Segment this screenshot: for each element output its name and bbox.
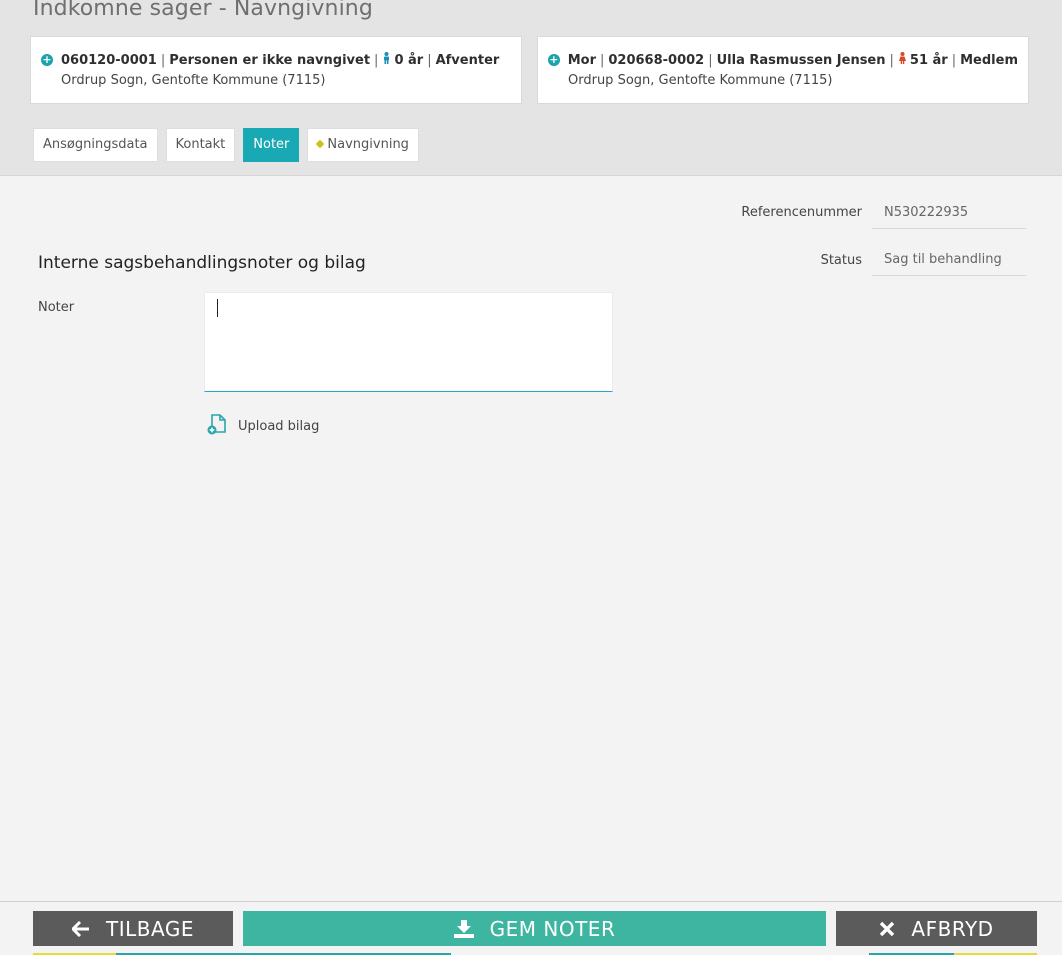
expand-plus-icon[interactable]: + <box>41 54 53 66</box>
mother-status: Medlem <box>960 52 1018 68</box>
back-button[interactable]: TILBAGE <box>33 911 233 946</box>
mother-age: 51 år <box>909 52 948 68</box>
save-notes-button[interactable]: GEM NOTER <box>243 911 826 946</box>
section-title: Interne sagsbehandlingsnoter og bilag <box>38 253 366 273</box>
mother-name: Ulla Rasmussen Jensen <box>716 52 886 68</box>
mother-person-card: + Mor | 020668-0002 | Ulla Rasmussen Jen… <box>537 36 1029 104</box>
status-label: Status <box>820 253 862 268</box>
noter-textarea[interactable] <box>204 292 613 392</box>
mother-parish: Ordrup Sogn, Gentofte Kommune (7115) <box>568 73 833 88</box>
tab-ansoegningsdata[interactable]: Ansøgningsdata <box>33 128 158 162</box>
expand-plus-icon[interactable]: + <box>548 54 560 66</box>
tab-bar: Ansøgningsdata Kontakt Noter Navngivning <box>33 128 427 162</box>
yellow-diamond-icon <box>316 139 325 148</box>
upload-bilag-label: Upload bilag <box>238 418 320 434</box>
child-parish: Ordrup Sogn, Gentofte Kommune (7115) <box>61 73 326 88</box>
download-icon <box>453 919 474 938</box>
mother-relation: Mor <box>567 52 596 68</box>
reference-value: N530222935 <box>872 199 1026 229</box>
status-value: Sag til behandling <box>872 246 1026 276</box>
cancel-button[interactable]: AFBRYD <box>836 911 1037 946</box>
cancel-label: AFBRYD <box>911 916 994 941</box>
mother-cpr: 020668-0002 <box>608 52 705 68</box>
male-person-icon <box>382 52 391 68</box>
header-area: Indkomne sager - Navngivning + 060120-00… <box>0 0 1062 176</box>
file-upload-icon <box>206 413 228 439</box>
tab-navngivning-label: Navngivning <box>327 137 409 152</box>
arrow-left-icon <box>72 920 90 937</box>
reference-label: Referencenummer <box>741 205 862 220</box>
child-cpr: 060120-0001 <box>61 52 157 68</box>
footer-bar: TILBAGE GEM NOTER AFBRYD <box>0 901 1062 955</box>
child-age: 0 år <box>394 52 424 68</box>
child-name: Personen er ikke navngivet <box>169 52 371 68</box>
tab-noter[interactable]: Noter <box>243 128 300 162</box>
back-label: TILBAGE <box>106 916 194 941</box>
close-icon <box>879 921 895 937</box>
tab-kontakt[interactable]: Kontakt <box>165 128 236 162</box>
text-caret <box>217 299 218 317</box>
upload-bilag-button[interactable]: Upload bilag <box>206 413 319 439</box>
child-person-card: + 060120-0001 | Personen er ikke navngiv… <box>30 36 522 104</box>
tab-navngivning[interactable]: Navngivning <box>307 128 419 162</box>
noter-label: Noter <box>38 300 75 315</box>
female-person-icon <box>898 52 907 68</box>
save-notes-label: GEM NOTER <box>489 916 616 941</box>
page-title: Indkomne sager - Navngivning <box>33 0 373 21</box>
child-status: Afventer <box>435 52 500 68</box>
